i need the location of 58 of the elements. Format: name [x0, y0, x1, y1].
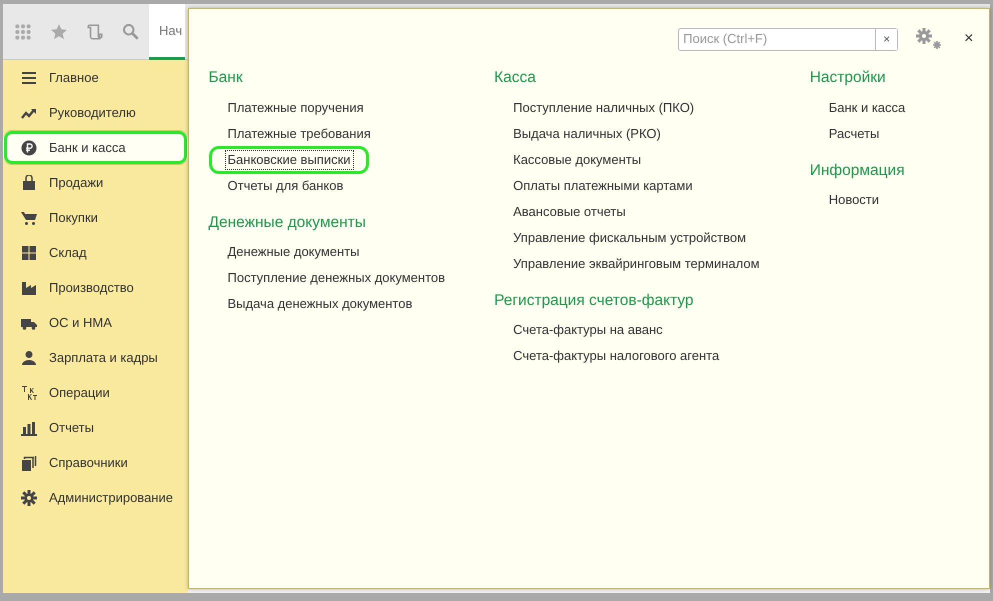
menu-link[interactable]: Отчеты для банков — [224, 176, 346, 196]
menu-link[interactable]: Банк и касса — [826, 98, 908, 118]
sidebar-item[interactable]: Справочники — [3, 445, 188, 480]
search-field[interactable]: Поиск (Ctrl+F) × — [678, 28, 898, 50]
books-icon — [21, 454, 37, 470]
menu-link[interactable]: Платежные требования — [224, 124, 374, 144]
menu-link[interactable]: Расчеты — [826, 124, 882, 144]
section-heading: Регистрация счетов-фактур — [494, 292, 695, 310]
sidebar-item[interactable]: Банк и касса — [3, 130, 188, 165]
menu-link[interactable]: Авансовые отчеты — [510, 202, 629, 222]
menu-link[interactable]: Управление фискальным устройством — [510, 228, 750, 248]
menu-link[interactable]: Поступление наличных (ПКО) — [510, 98, 698, 118]
section-heading: Настройки — [810, 69, 887, 88]
scroll-icon — [86, 23, 104, 41]
sidebar-item[interactable]: Администрирование — [3, 480, 188, 515]
gear-icon — [21, 490, 37, 506]
menu-link[interactable]: Оплаты платежными картами — [510, 176, 696, 196]
sidebar-item[interactable]: Покупки — [3, 200, 188, 235]
apps-grid-icon — [14, 23, 32, 41]
debit-credit-icon — [21, 384, 37, 400]
sidebar-item[interactable]: Склад — [3, 235, 188, 270]
bar-chart-icon — [21, 420, 37, 436]
menu-link[interactable]: Счета-фактуры налогового агента — [510, 346, 722, 366]
section-heading: Касса — [494, 69, 537, 88]
close-button[interactable]: × — [960, 27, 978, 51]
menu-icon — [21, 70, 37, 86]
menu-link[interactable]: Новости — [826, 190, 882, 210]
cart-icon — [21, 210, 37, 226]
sidebar-item[interactable]: Операции — [3, 375, 188, 410]
sidebar-item[interactable]: Руководителю — [3, 95, 188, 130]
star-icon — [50, 23, 68, 41]
section-heading: Банк — [208, 69, 244, 88]
sidebar-item[interactable]: Главное — [3, 60, 188, 95]
menu-link[interactable]: Кассовые документы — [510, 150, 644, 170]
sidebar-item[interactable]: Зарплата и кадры — [3, 340, 188, 375]
section-heading: Информация — [810, 162, 906, 180]
settings-icon — [915, 26, 944, 51]
menu-link[interactable]: Денежные документы — [224, 242, 363, 262]
tab[interactable]: Нач — [149, 4, 185, 60]
sidebar-item[interactable]: Продажи — [3, 165, 188, 200]
sidebar-item[interactable]: Производство — [3, 270, 188, 305]
person-icon — [21, 350, 37, 366]
shopping-bag-icon — [21, 174, 37, 190]
sidebar-item[interactable]: Отчеты — [3, 410, 188, 445]
clear-button[interactable]: × — [875, 28, 898, 50]
menu-link[interactable]: Поступление денежных документов — [224, 268, 448, 288]
menu-link[interactable]: Банковские выписки — [224, 150, 354, 170]
factory-icon — [21, 280, 37, 296]
menu-link[interactable]: Платежные поручения — [224, 98, 367, 118]
menu-link[interactable]: Выдача денежных документов — [224, 294, 416, 314]
warehouse-icon — [21, 244, 37, 260]
search-icon — [122, 23, 140, 41]
menu-link[interactable]: Управление эквайринговым терминалом — [510, 254, 763, 274]
menu-link[interactable]: Счета-фактуры на аванс — [510, 320, 666, 340]
ruble-coin-icon — [21, 140, 37, 156]
menu-link[interactable]: Выдача наличных (РКО) — [510, 124, 664, 144]
sidebar-item[interactable]: ОС и НМА — [3, 305, 188, 340]
section-heading: Денежные документы — [208, 214, 367, 232]
